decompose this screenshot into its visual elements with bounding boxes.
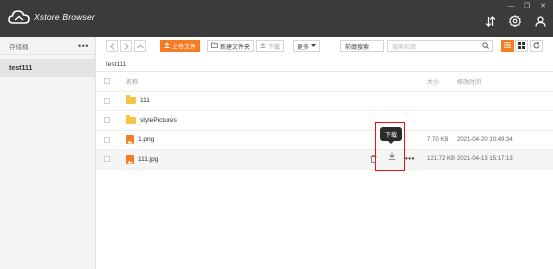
download-icon	[260, 42, 266, 50]
close-icon[interactable]: ✕	[539, 3, 547, 11]
title-bar: Xstore Browser — ❐ ✕	[0, 0, 553, 37]
upload-label: 上传文件	[172, 44, 197, 51]
folder-icon	[126, 95, 136, 105]
folder-icon	[126, 114, 136, 124]
refresh-icon	[533, 41, 540, 51]
transfer-icon[interactable]	[483, 14, 497, 28]
file-name[interactable]: 111.jpg	[138, 156, 158, 163]
column-size[interactable]: 大小	[427, 77, 439, 86]
download-tooltip: 下载	[380, 127, 402, 144]
more-label: 更多	[297, 44, 310, 51]
breadcrumb-bucket[interactable]: test111	[106, 61, 126, 68]
trash-icon[interactable]	[368, 154, 378, 164]
download-icon	[388, 152, 396, 162]
file-table: 名称 大小 修改时间 111 stylePictures 1.png 7.70 …	[96, 72, 553, 170]
new-folder-icon	[211, 42, 218, 50]
upload-button[interactable]: 上传文件	[160, 40, 201, 52]
search-placeholder: 搜索前缀	[392, 44, 417, 51]
search-type-label: 前缀搜索	[345, 44, 370, 51]
back-button[interactable]	[106, 40, 118, 52]
toolbar: 上传文件 新建文件夹 下载 更多 前缀搜索 搜索前缀	[96, 37, 553, 55]
table-row[interactable]: 111	[96, 92, 553, 111]
row-checkbox[interactable]	[104, 117, 110, 124]
column-name[interactable]: 名称	[126, 77, 138, 86]
table-row[interactable]: stylePictures	[96, 111, 553, 131]
file-modified: 2021-04-20 10:49:34	[457, 136, 513, 143]
new-folder-button[interactable]: 新建文件夹	[207, 40, 255, 52]
more-dropdown[interactable]: 更多	[293, 40, 321, 52]
file-name[interactable]: 1.png	[138, 136, 154, 143]
forward-button[interactable]	[120, 40, 132, 52]
sidebar-item-test111[interactable]: test111	[0, 59, 95, 77]
new-folder-label: 新建文件夹	[220, 44, 251, 51]
caret-down-icon	[311, 43, 317, 49]
download-label: 下载	[268, 44, 281, 51]
search-icon[interactable]	[482, 41, 489, 51]
row-more-button[interactable]: •••	[405, 155, 415, 163]
up-button[interactable]	[134, 40, 146, 52]
list-view-button[interactable]	[501, 40, 514, 52]
app-title: Xstore Browser	[34, 12, 95, 22]
column-modified[interactable]: 修改时间	[457, 77, 481, 86]
window-controls: — ❐ ✕	[507, 3, 547, 11]
table-row[interactable]: 1.png 7.70 KB 2021-04-20 10:49:34	[96, 131, 553, 150]
user-icon[interactable]	[533, 14, 547, 28]
search-input[interactable]: 搜索前缀	[387, 40, 493, 52]
search-type-select[interactable]: 前缀搜索	[340, 40, 384, 52]
table-row[interactable]: 111.jpg ••• 121.72 KB 2021-04-13 15:17:1…	[96, 150, 553, 170]
file-size: 121.72 KB	[427, 156, 456, 163]
download-button[interactable]: 下载	[256, 40, 285, 52]
sidebar-header: 存储桶 •••	[0, 37, 95, 55]
grid-view-button[interactable]	[515, 40, 528, 52]
row-download-button[interactable]	[386, 151, 397, 162]
sidebar: 存储桶 ••• test111	[0, 37, 96, 269]
file-name[interactable]: stylePictures	[140, 117, 177, 124]
image-file-icon	[126, 154, 134, 164]
grid-view-icon	[518, 41, 525, 51]
refresh-button[interactable]	[530, 40, 543, 52]
sidebar-item-label: test111	[9, 64, 33, 72]
file-size: 7.70 KB	[427, 136, 449, 143]
sidebar-title: 存储桶	[9, 43, 29, 51]
file-name[interactable]: 111	[140, 97, 150, 104]
gear-icon[interactable]	[508, 14, 522, 28]
tooltip-text: 下载	[384, 132, 397, 139]
maximize-icon[interactable]: ❐	[523, 3, 531, 11]
row-checkbox[interactable]	[104, 136, 110, 143]
row-checkbox[interactable]	[104, 156, 110, 163]
row-checkbox[interactable]	[104, 97, 110, 104]
upload-icon	[164, 42, 170, 50]
image-file-icon	[126, 135, 134, 145]
breadcrumb: test111	[96, 57, 553, 72]
cloud-logo-icon	[8, 9, 30, 25]
select-all-checkbox[interactable]	[104, 78, 110, 85]
list-view-icon	[504, 42, 511, 50]
table-header: 名称 大小 修改时间	[96, 72, 553, 92]
file-modified: 2021-04-13 15:17:13	[457, 156, 513, 163]
sidebar-more-button[interactable]: •••	[78, 41, 89, 50]
minimize-icon[interactable]: —	[507, 3, 515, 11]
